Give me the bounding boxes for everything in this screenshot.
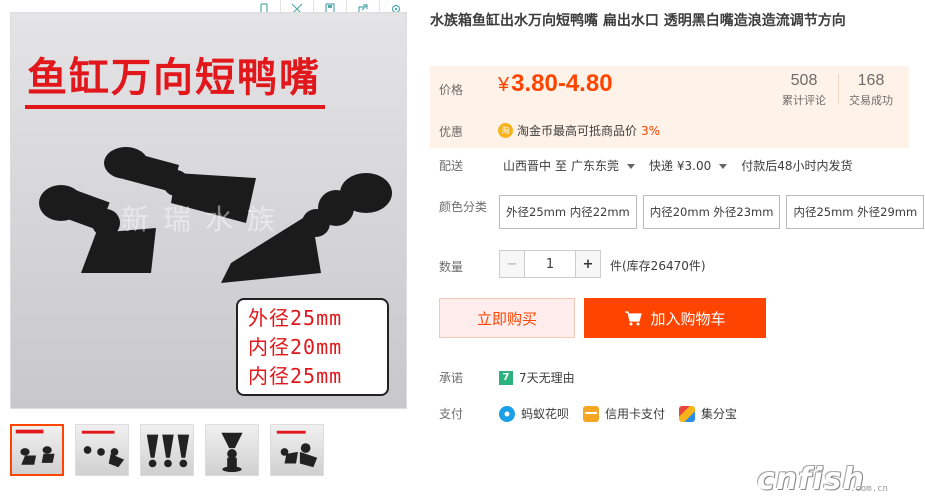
promo-text: 淘金币最高可抵商品价: [517, 124, 638, 138]
spec-inner-diameter-1: 内径20mm: [248, 335, 343, 359]
quantity-input[interactable]: 1: [525, 250, 575, 278]
buy-now-button[interactable]: 立即购买: [439, 298, 575, 338]
reviews-label: 累计评论: [782, 94, 826, 107]
promo-percent: 3%: [641, 123, 661, 138]
payment-huabei-label: 蚂蚁花呗: [521, 407, 570, 421]
sales-count: 168: [857, 72, 885, 89]
thumbnail-5[interactable]: [270, 424, 324, 476]
ship-method-value: 快递 ¥3.00: [649, 159, 712, 173]
chevron-down-icon: [627, 164, 636, 169]
reviews-count: 508: [790, 72, 818, 89]
promo-label: 优惠: [439, 125, 464, 139]
main-product-image[interactable]: 鱼缸万向短鸭嘴 新瑞水族 外径25mm 内径20mm 内径25mm: [10, 12, 407, 409]
price-value: ¥3.80-4.80: [498, 70, 613, 98]
payment-row: 支付 蚂蚁花呗 信用卡支付 集分宝: [439, 405, 751, 422]
price-label: 价格: [439, 83, 464, 97]
thumbnail-4[interactable]: [205, 424, 259, 476]
cart-icon: [625, 311, 643, 326]
price-panel: 价格 ¥3.80-4.80 508 累计评论 168 交易成功 优惠 淘 淘金币…: [430, 66, 909, 148]
credit-card-icon: [583, 405, 600, 422]
ship-promise: 付款后48小时内发货: [741, 159, 853, 173]
promo-row: 淘 淘金币最高可抵商品价 3%: [498, 122, 660, 139]
color-label: 颜色分类: [439, 200, 488, 214]
taojinbi-coin-icon: 淘: [498, 123, 513, 138]
sales-stat: 168 交易成功: [849, 72, 893, 108]
payment-credit-card[interactable]: 信用卡支付: [583, 405, 665, 422]
guarantee-text[interactable]: 7天无理由: [519, 369, 575, 386]
shipping-label: 配送: [439, 159, 464, 173]
ship-from: 山西晋中: [503, 159, 552, 173]
huabei-icon: [499, 405, 515, 422]
shipping-row: 配送 山西晋中 至 广东东莞 快递 ¥3.00 付款后48小时内发货: [439, 157, 857, 174]
ship-method-select[interactable]: 快递 ¥3.00: [649, 157, 737, 174]
quantity-minus-button[interactable]: −: [499, 250, 525, 278]
stat-divider: [838, 74, 839, 104]
color-option-2[interactable]: 内径20mm 外径23mm: [642, 195, 781, 229]
payment-credit-card-label: 信用卡支付: [605, 407, 666, 421]
color-options: 外径25mm 内径22mm 内径20mm 外径23mm 内径25mm 外径29m…: [499, 195, 925, 229]
banner-underline: [25, 105, 325, 109]
product-title: 水族箱鱼缸出水万向短鸭嘴 扁出水口 透明黑白嘴造浪造流调节方向: [430, 13, 846, 29]
thumbnail-1[interactable]: [10, 424, 64, 476]
add-to-cart-label: 加入购物车: [650, 309, 726, 328]
payment-jifenbao-label: 集分宝: [701, 407, 738, 421]
thumbnail-2[interactable]: [75, 424, 129, 476]
product-banner-text: 鱼缸万向短鸭嘴: [27, 54, 321, 101]
site-watermark-sub: .com.cn: [850, 484, 888, 494]
ship-to-value: 广东东莞: [571, 159, 620, 173]
spec-box: 外径25mm 内径20mm 内径25mm: [236, 298, 389, 396]
price-range: 3.80-4.80: [511, 70, 613, 97]
site-watermark-logo: cnfish: [757, 462, 865, 497]
quantity-stepper: − 1 +: [499, 250, 601, 278]
spec-inner-diameter-2: 内径25mm: [248, 364, 343, 388]
chevron-down-icon: [719, 164, 728, 169]
jifenbao-icon: [679, 405, 696, 422]
seven-day-icon: 7: [499, 370, 513, 385]
ship-to-select[interactable]: 广东东莞: [571, 157, 645, 174]
image-watermark: 新瑞水族: [121, 203, 290, 236]
sales-label: 交易成功: [849, 94, 893, 107]
payment-label: 支付: [439, 407, 464, 421]
thumbnail-3[interactable]: [140, 424, 194, 476]
guarantee-label: 承诺: [439, 371, 464, 385]
color-option-1[interactable]: 外径25mm 内径22mm: [499, 195, 637, 229]
stock-text: 件(库存26470件): [610, 259, 706, 273]
spec-outer-diameter: 外径25mm: [248, 306, 343, 330]
guarantee-row: 承诺 7 7天无理由: [439, 369, 575, 386]
add-to-cart-button[interactable]: 加入购物车: [584, 298, 766, 338]
quantity-label: 数量: [439, 260, 464, 274]
ship-to-word: 至: [555, 159, 568, 173]
thumbnail-strip: [10, 424, 324, 476]
quantity-plus-button[interactable]: +: [575, 250, 601, 278]
payment-jifenbao[interactable]: 集分宝: [679, 405, 737, 422]
reviews-stat[interactable]: 508 累计评论: [782, 72, 826, 108]
color-option-3[interactable]: 内径25mm 外径29mm: [786, 195, 925, 229]
payment-huabei[interactable]: 蚂蚁花呗: [499, 405, 569, 422]
currency-symbol: ¥: [498, 74, 510, 96]
